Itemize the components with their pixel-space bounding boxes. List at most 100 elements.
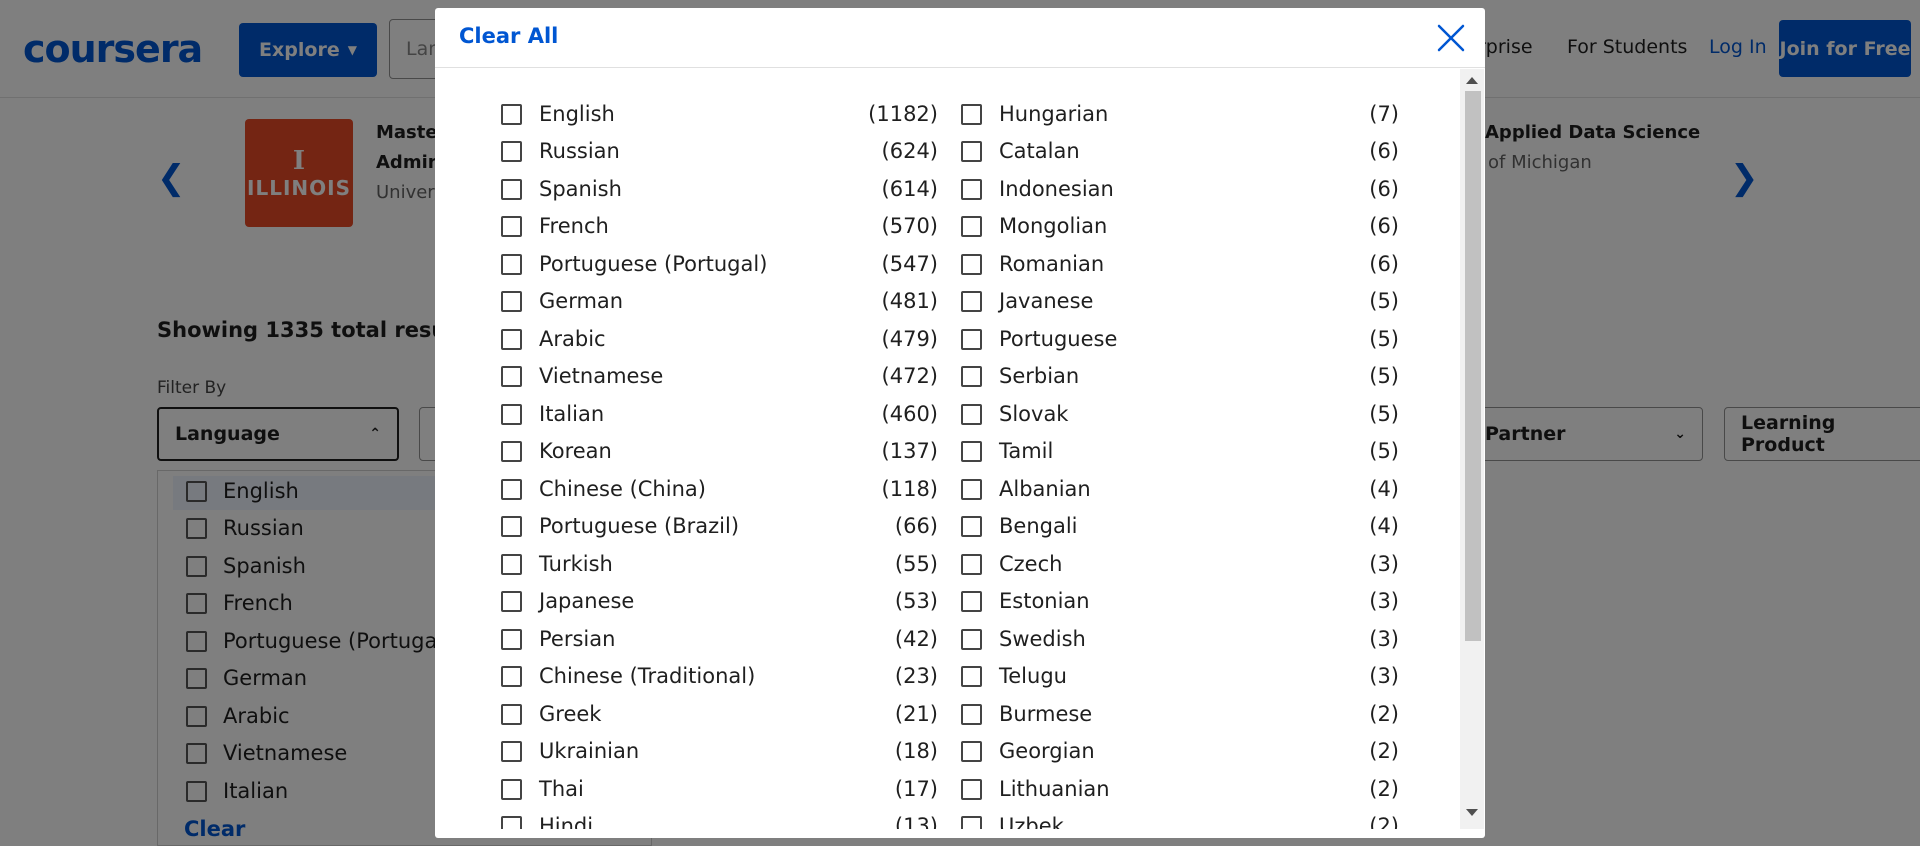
checkbox-icon[interactable] bbox=[501, 778, 522, 800]
option-count: (21) bbox=[894, 702, 938, 726]
language-option[interactable]: Chinese (Traditional) (23) bbox=[501, 661, 938, 691]
checkbox-icon[interactable] bbox=[501, 553, 522, 575]
language-option[interactable]: Portuguese (Brazil) (66) bbox=[501, 511, 938, 541]
language-option[interactable]: Portuguese (Portugal) (547) bbox=[501, 249, 938, 279]
checkbox-icon[interactable] bbox=[501, 665, 522, 687]
language-option[interactable]: Albanian (4) bbox=[961, 474, 1399, 504]
checkbox-icon[interactable] bbox=[961, 215, 982, 237]
checkbox-icon[interactable] bbox=[501, 290, 522, 312]
checkbox-icon[interactable] bbox=[961, 590, 982, 612]
language-option[interactable]: Hindi (13) bbox=[501, 811, 938, 829]
checkbox-icon[interactable] bbox=[961, 403, 982, 425]
option-count: (5) bbox=[1369, 327, 1399, 351]
language-option[interactable]: Czech (3) bbox=[961, 549, 1399, 579]
language-option[interactable]: Romanian (6) bbox=[961, 249, 1399, 279]
language-option[interactable]: Javanese (5) bbox=[961, 286, 1399, 316]
checkbox-icon[interactable] bbox=[961, 253, 982, 275]
checkbox-icon[interactable] bbox=[961, 290, 982, 312]
language-option[interactable]: Ukrainian (18) bbox=[501, 736, 938, 766]
scroll-down-icon[interactable] bbox=[1466, 809, 1478, 816]
checkbox-icon[interactable] bbox=[501, 478, 522, 500]
language-option[interactable]: German (481) bbox=[501, 286, 938, 316]
checkbox-icon[interactable] bbox=[501, 328, 522, 350]
checkbox-icon[interactable] bbox=[961, 553, 982, 575]
language-option[interactable]: Korean (137) bbox=[501, 436, 938, 466]
scroll-up-icon[interactable] bbox=[1466, 77, 1478, 84]
checkbox-icon[interactable] bbox=[501, 703, 522, 725]
option-count: (6) bbox=[1369, 214, 1399, 238]
checkbox-icon[interactable] bbox=[961, 815, 982, 829]
checkbox-icon[interactable] bbox=[961, 740, 982, 762]
language-option[interactable]: Swedish (3) bbox=[961, 624, 1399, 654]
language-option[interactable]: Vietnamese (472) bbox=[501, 361, 938, 391]
language-option[interactable]: Estonian (3) bbox=[961, 586, 1399, 616]
language-option[interactable]: Persian (42) bbox=[501, 624, 938, 654]
language-option[interactable]: Mongolian (6) bbox=[961, 211, 1399, 241]
language-option[interactable]: Hungarian (7) bbox=[961, 99, 1399, 129]
checkbox-icon[interactable] bbox=[961, 178, 982, 200]
language-option[interactable]: Bengali (4) bbox=[961, 511, 1399, 541]
checkbox-icon[interactable] bbox=[961, 103, 982, 125]
checkbox-icon[interactable] bbox=[961, 515, 982, 537]
checkbox-icon[interactable] bbox=[961, 665, 982, 687]
option-label: Spanish bbox=[539, 177, 622, 201]
language-option[interactable]: Telugu (3) bbox=[961, 661, 1399, 691]
option-count: (472) bbox=[881, 364, 938, 388]
checkbox-icon[interactable] bbox=[961, 140, 982, 162]
checkbox-icon[interactable] bbox=[501, 140, 522, 162]
checkbox-icon[interactable] bbox=[961, 440, 982, 462]
language-option[interactable]: Arabic (479) bbox=[501, 324, 938, 354]
language-option[interactable]: Indonesian (6) bbox=[961, 174, 1399, 204]
checkbox-icon[interactable] bbox=[961, 628, 982, 650]
checkbox-icon[interactable] bbox=[961, 703, 982, 725]
language-option[interactable]: Slovak (5) bbox=[961, 399, 1399, 429]
checkbox-icon[interactable] bbox=[501, 440, 522, 462]
clear-all-button[interactable]: Clear All bbox=[459, 24, 558, 48]
option-label: Lithuanian bbox=[999, 777, 1110, 801]
checkbox-icon[interactable] bbox=[501, 215, 522, 237]
language-option[interactable]: Catalan (6) bbox=[961, 136, 1399, 166]
checkbox-icon[interactable] bbox=[501, 628, 522, 650]
option-label: Bengali bbox=[999, 514, 1078, 538]
language-option[interactable]: Japanese (53) bbox=[501, 586, 938, 616]
language-option[interactable]: Russian (624) bbox=[501, 136, 938, 166]
language-option[interactable]: Thai (17) bbox=[501, 774, 938, 804]
language-option[interactable]: Greek (21) bbox=[501, 699, 938, 729]
option-count: (5) bbox=[1369, 364, 1399, 388]
language-option[interactable]: Turkish (55) bbox=[501, 549, 938, 579]
option-count: (570) bbox=[881, 214, 938, 238]
language-option[interactable]: Georgian (2) bbox=[961, 736, 1399, 766]
checkbox-icon[interactable] bbox=[501, 365, 522, 387]
checkbox-icon[interactable] bbox=[501, 403, 522, 425]
checkbox-icon[interactable] bbox=[501, 178, 522, 200]
checkbox-icon[interactable] bbox=[961, 478, 982, 500]
checkbox-icon[interactable] bbox=[501, 103, 522, 125]
checkbox-icon[interactable] bbox=[961, 365, 982, 387]
checkbox-icon[interactable] bbox=[501, 253, 522, 275]
language-option[interactable]: Lithuanian (2) bbox=[961, 774, 1399, 804]
language-option[interactable]: Burmese (2) bbox=[961, 699, 1399, 729]
language-option[interactable]: Chinese (China) (118) bbox=[501, 474, 938, 504]
option-count: (624) bbox=[881, 139, 938, 163]
scroll-thumb[interactable] bbox=[1465, 91, 1481, 641]
option-label: Mongolian bbox=[999, 214, 1108, 238]
language-option[interactable]: Serbian (5) bbox=[961, 361, 1399, 391]
checkbox-icon[interactable] bbox=[961, 328, 982, 350]
language-option[interactable]: Spanish (614) bbox=[501, 174, 938, 204]
checkbox-icon[interactable] bbox=[501, 815, 522, 829]
language-option[interactable]: Tamil (5) bbox=[961, 436, 1399, 466]
language-option[interactable]: Uzbek (2) bbox=[961, 811, 1399, 829]
modal-scrollbar[interactable] bbox=[1460, 69, 1484, 829]
option-count: (479) bbox=[881, 327, 938, 351]
option-label: Tamil bbox=[999, 439, 1054, 463]
option-label: Arabic bbox=[539, 327, 606, 351]
checkbox-icon[interactable] bbox=[961, 778, 982, 800]
checkbox-icon[interactable] bbox=[501, 590, 522, 612]
language-option[interactable]: Portuguese (5) bbox=[961, 324, 1399, 354]
close-icon[interactable] bbox=[1429, 16, 1473, 60]
language-option[interactable]: English (1182) bbox=[501, 99, 938, 129]
checkbox-icon[interactable] bbox=[501, 515, 522, 537]
language-option[interactable]: French (570) bbox=[501, 211, 938, 241]
checkbox-icon[interactable] bbox=[501, 740, 522, 762]
language-option[interactable]: Italian (460) bbox=[501, 399, 938, 429]
